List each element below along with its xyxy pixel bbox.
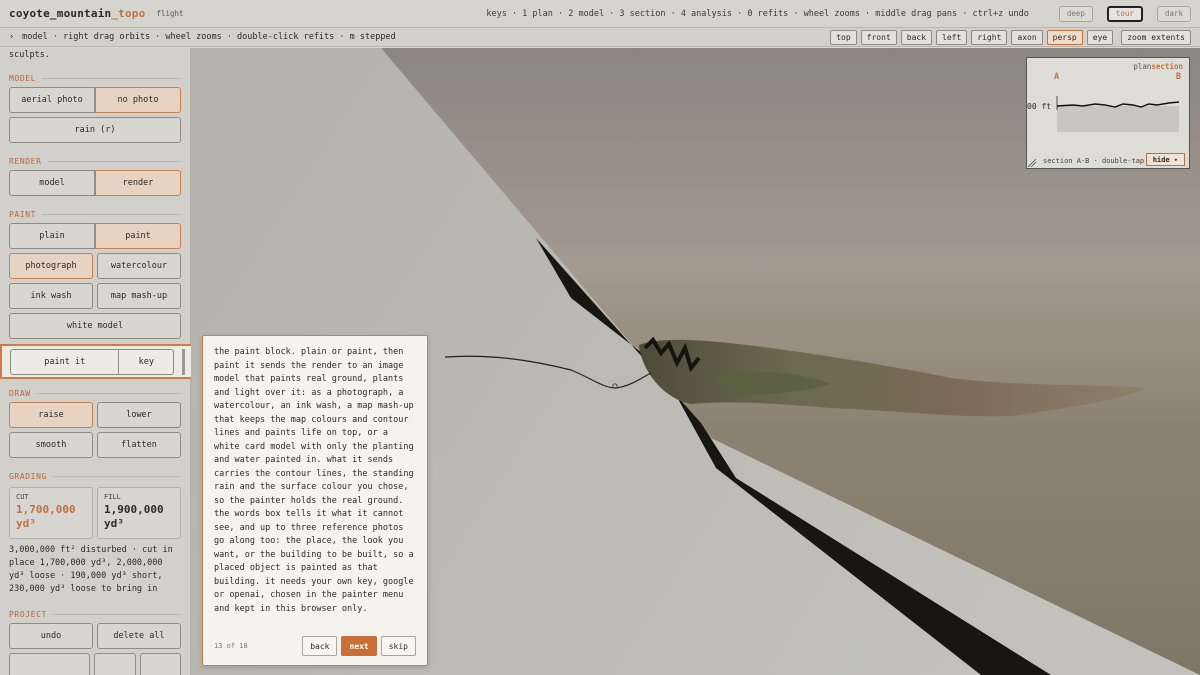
fill-card: FILL 1,900,000 yd³ [97,487,181,539]
view-back-button[interactable]: back [900,29,933,45]
project-button-partial-2[interactable] [94,653,136,675]
rain-button[interactable]: rain (r) [9,117,181,143]
draw-smooth-button[interactable]: smooth [9,432,93,458]
section-inset-panel: plansection A B 00 ft section A-B · doub… [1026,57,1190,169]
keyboard-hints: keys · 1 plan · 2 model · 3 section · 4 … [486,8,1029,19]
inset-tabs: plansection [1133,62,1183,71]
view-left-button[interactable]: left [936,29,968,45]
section-label-b: B [1175,72,1181,82]
project-button-partial-1[interactable] [9,653,90,675]
tour-footer: 13 of 18 back next skip [214,636,416,656]
mode-hint: › model · right drag orbits · wheel zooms… [9,32,396,42]
elevation-label: 00 ft [1027,102,1052,111]
tour-step-counter: 13 of 18 [214,642,248,650]
cut-card: CUT 1,700,000 yd³ [9,487,93,539]
app-mode-tag: flight [156,9,184,18]
render-render-button[interactable]: render [95,170,181,196]
style-photograph-button[interactable]: photograph [9,253,93,279]
fill-label: FILL [104,493,121,501]
tour-next-button[interactable]: next [341,636,377,656]
section-title-render: RENDER [9,157,181,166]
render-model-button[interactable]: model [9,170,95,196]
section-footer: section A-B · double-tap [1043,157,1145,165]
view-front-button[interactable]: front [860,29,897,45]
paint-paint-button[interactable]: paint [95,223,181,249]
render-toggle: model render [9,170,181,196]
theme-tour-button[interactable]: tour [1106,5,1143,22]
tour-text: the paint block. plain or paint, then pa… [214,347,414,614]
view-axon-button[interactable]: axon [1011,29,1043,45]
tour-skip-button[interactable]: skip [380,636,416,656]
cut-value: 1,700,000 yd³ [16,503,76,530]
section-title-model: MODEL [9,74,181,83]
view-toolbar: › model · right drag orbits · wheel zooms… [0,28,1200,47]
draw-row-2: smooth flatten [9,432,181,458]
hide-inset-button[interactable]: hide ▾ [1145,153,1185,166]
delete-all-button[interactable]: delete all [97,623,181,649]
app-title: coyote_mountain_topo [9,7,145,20]
top-bar: coyote_mountain_topo flight keys · 1 pla… [0,0,1200,28]
paint-plain-button[interactable]: plain [9,223,95,249]
tour-popup: the paint block. plain or paint, then pa… [202,335,428,666]
theme-dark-button[interactable]: dark [1156,5,1191,22]
sidebar-intro-text: sculpts. [9,50,50,60]
view-eye-button[interactable]: eye [1086,29,1114,45]
view-top-button[interactable]: top [830,29,857,45]
grading-summary: 3,000,000 ft² disturbed · cut in place 1… [9,545,173,594]
project-button-partial-3[interactable] [139,653,181,675]
paint-style-row-1: photograph watercolour [9,253,181,279]
section-profile-chart [1056,96,1180,132]
project-row-2 [9,653,181,675]
fill-value: 1,900,000 yd³ [104,503,164,530]
section-profile-fill [1057,106,1179,132]
app-name-suffix: _topo [111,7,146,20]
view-right-button[interactable]: right [971,29,1008,45]
theme-deep-button[interactable]: deep [1058,5,1093,22]
tour-buttons: back next skip [302,636,416,656]
chevron-right-icon[interactable]: › [9,32,14,42]
inset-tab-section[interactable]: section [1151,62,1183,71]
cut-label: CUT [16,493,29,501]
resize-grip-icon[interactable] [1028,159,1036,167]
model-photo-toggle: aerial photo no photo [9,87,181,113]
section-title-project: PROJECT [9,610,181,619]
paint-toggle: plain paint [9,223,181,249]
draw-row-1: raise lower [9,402,181,428]
no-photo-button[interactable]: no photo [95,87,181,113]
painter-key-button[interactable]: key [119,348,175,375]
section-title-grading: GRADING [9,472,181,481]
aerial-photo-button[interactable]: aerial photo [9,87,95,113]
section-label-a: A [1054,72,1060,82]
style-map-mashup-button[interactable]: map mash-up [97,283,181,309]
section-title-paint: PAINT [9,210,181,219]
grading-cards: CUT 1,700,000 yd³ FILL 1,900,000 yd³ [9,487,181,539]
undo-button[interactable]: undo [9,623,93,649]
inset-tab-plan[interactable]: plan [1133,62,1151,71]
paint-it-row-highlight: paint it key [0,344,195,379]
view-persp-button[interactable]: persp [1046,29,1083,45]
draw-raise-button[interactable]: raise [9,402,93,428]
app-name: coyote_mountain [9,7,112,20]
draw-flatten-button[interactable]: flatten [97,432,181,458]
style-watercolour-button[interactable]: watercolour [97,253,181,279]
paint-style-row-2: ink wash map mash-up [9,283,181,309]
paint-it-button[interactable]: paint it [10,348,120,375]
project-row: undo delete all [9,623,181,649]
style-ink-wash-button[interactable]: ink wash [9,283,93,309]
zoom-extents-button[interactable]: zoom extents [1121,29,1191,45]
style-white-model-button[interactable]: white model [9,313,181,339]
mode-hint-text: model · right drag orbits · wheel zooms … [22,32,396,42]
tour-back-button[interactable]: back [302,636,338,656]
view-buttons: top front back left right axon persp eye… [830,29,1191,45]
scroll-handle[interactable] [182,348,185,375]
draw-lower-button[interactable]: lower [97,402,181,428]
section-title-draw: DRAW [9,389,181,398]
